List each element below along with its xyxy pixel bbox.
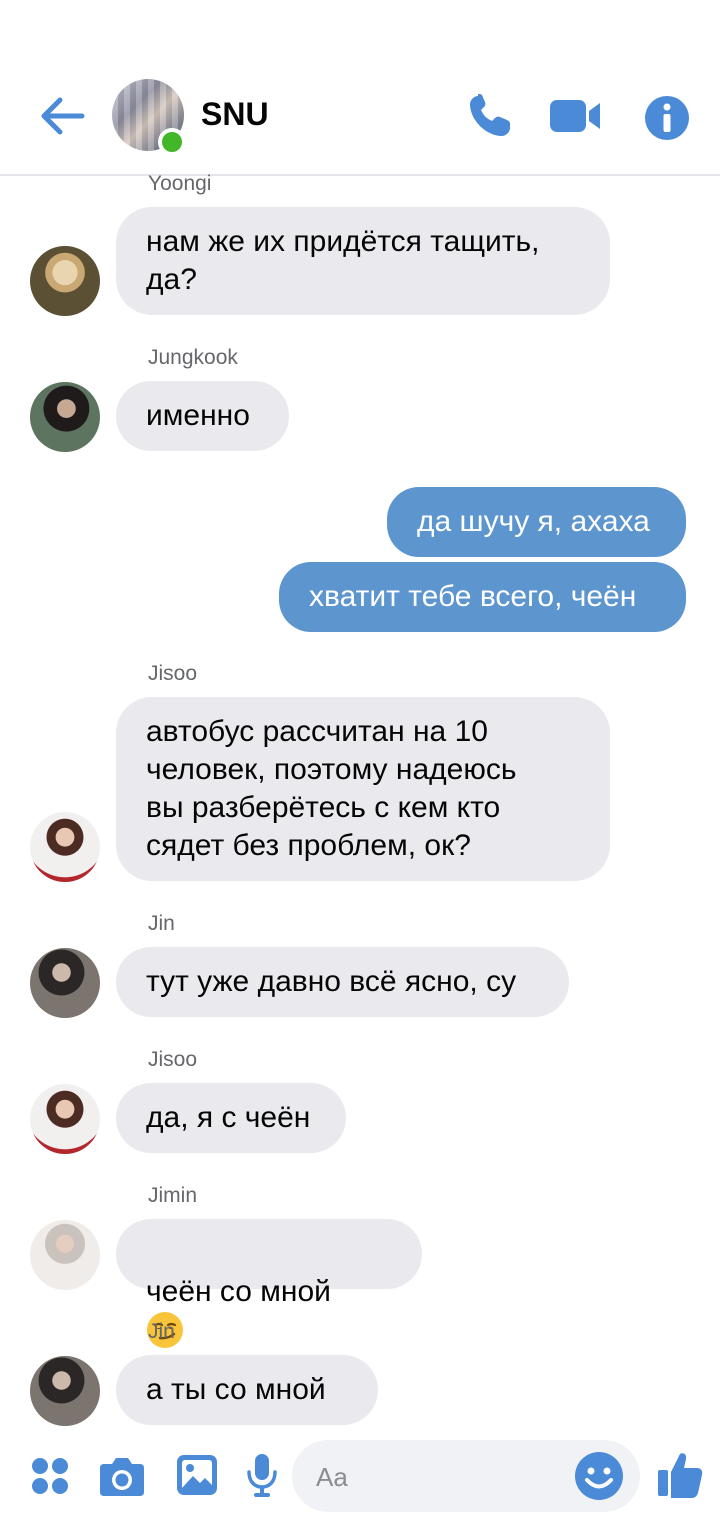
avatar[interactable] bbox=[30, 1220, 100, 1290]
sender-name: Jisoo bbox=[148, 1048, 198, 1071]
outgoing-message-bubble[interactable]: да шучу я, ахаха bbox=[387, 487, 686, 557]
microphone-icon[interactable] bbox=[246, 1452, 278, 1498]
message-bubble[interactable]: а ты со мной bbox=[116, 1355, 378, 1425]
sender-name: Jungkook bbox=[148, 346, 238, 369]
conversation-header: SNU bbox=[0, 0, 720, 176]
avatar[interactable] bbox=[30, 812, 100, 882]
message-bubble[interactable]: да, я с чеён bbox=[116, 1083, 346, 1153]
emoji-icon[interactable] bbox=[574, 1451, 624, 1501]
video-icon[interactable] bbox=[548, 90, 604, 142]
avatar[interactable] bbox=[30, 948, 100, 1018]
message-bubble[interactable]: тут уже давно всё ясно, су bbox=[116, 947, 569, 1017]
avatar[interactable] bbox=[30, 382, 100, 452]
message-text: чеён со мной bbox=[146, 1275, 331, 1308]
sender-name: Jimin bbox=[148, 1184, 198, 1207]
back-arrow-icon[interactable] bbox=[34, 88, 90, 144]
message-input-placeholder: Aa bbox=[316, 1462, 348, 1492]
outgoing-message-bubble[interactable]: хватит тебе всего, чеён bbox=[279, 562, 686, 632]
phone-icon[interactable] bbox=[464, 90, 516, 142]
sender-name: Yoongi bbox=[148, 172, 212, 195]
sender-name: Jisoo bbox=[148, 662, 198, 685]
message-bubble[interactable]: автобус рассчитан на 10 человек, поэтому… bbox=[116, 697, 610, 881]
avatar[interactable] bbox=[30, 1084, 100, 1154]
conversation-title[interactable]: SNU bbox=[201, 96, 269, 133]
avatar[interactable] bbox=[30, 246, 100, 316]
sender-name: Jin bbox=[148, 912, 175, 935]
like-icon[interactable] bbox=[656, 1450, 704, 1500]
camera-icon[interactable] bbox=[98, 1454, 146, 1498]
gallery-icon[interactable] bbox=[176, 1454, 218, 1496]
online-status-dot bbox=[158, 128, 186, 156]
message-input[interactable]: Aa bbox=[292, 1440, 640, 1512]
message-bubble[interactable]: нам же их придётся тащить, да? bbox=[116, 207, 610, 315]
apps-icon[interactable] bbox=[30, 1456, 70, 1496]
avatar[interactable] bbox=[30, 1356, 100, 1426]
message-composer: Aa bbox=[0, 1432, 720, 1520]
message-bubble[interactable]: именно bbox=[116, 381, 289, 451]
message-bubble[interactable]: чеён со мной bbox=[116, 1219, 422, 1348]
sender-name: Jin bbox=[148, 1320, 175, 1343]
info-icon[interactable] bbox=[644, 92, 690, 144]
